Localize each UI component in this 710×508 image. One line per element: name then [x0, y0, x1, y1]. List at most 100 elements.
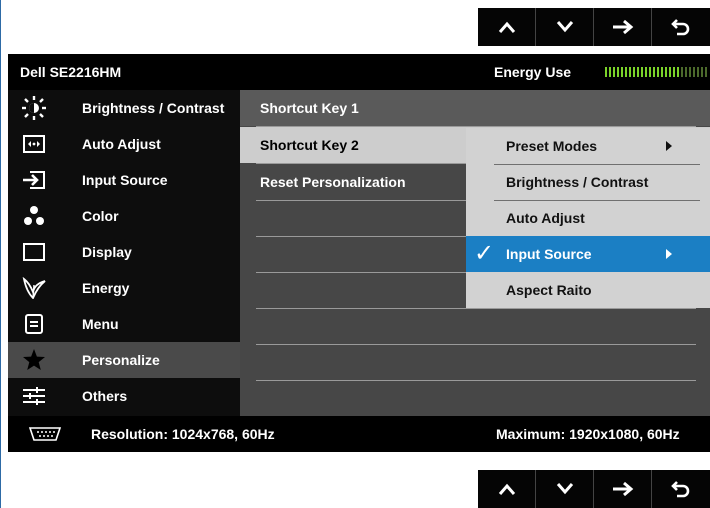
option-label: Brightness / Contrast — [506, 174, 649, 190]
menu-item-brightness-contrast[interactable]: Brightness / Contrast — [8, 90, 240, 126]
up-button[interactable] — [478, 8, 536, 46]
osd-footer: Resolution: 1024x768, 60Hz Maximum: 1920… — [8, 416, 710, 452]
return-icon — [671, 481, 690, 498]
energy-meter-tick — [645, 67, 647, 77]
energy-meter-tick — [649, 67, 651, 77]
option-label: Preset Modes — [506, 138, 598, 154]
option-brightness-contrast[interactable]: Brightness / Contrast — [466, 164, 710, 200]
energy-meter-tick — [657, 67, 659, 77]
energy-meter-tick — [693, 67, 695, 77]
menu-item-auto-adjust[interactable]: Auto Adjust — [8, 126, 240, 162]
row-divider — [256, 380, 696, 381]
left-edge-line — [0, 0, 1, 508]
menu-icon — [22, 313, 46, 335]
caret-up-icon — [498, 21, 515, 33]
menu-item-label: Personalize — [82, 352, 160, 368]
checkmark-icon: ✓ — [474, 240, 495, 267]
top-nav-buttons — [478, 8, 710, 46]
energy-meter-tick — [605, 67, 607, 77]
osd-header: Dell SE2216HM Energy Use — [8, 54, 710, 90]
caret-down-icon — [556, 483, 573, 495]
energy-icon — [22, 277, 46, 299]
energy-meter-tick — [609, 67, 611, 77]
energy-meter-tick — [653, 67, 655, 77]
bottom-nav-buttons — [478, 470, 710, 508]
row-divider — [256, 126, 696, 127]
select-button[interactable] — [594, 8, 652, 46]
select-button[interactable] — [594, 470, 652, 508]
menu-item-menu[interactable]: Menu — [8, 306, 240, 342]
energy-meter-tick — [661, 67, 663, 77]
menu-item-label: Color — [82, 208, 119, 224]
menu-item-input-source[interactable]: Input Source — [8, 162, 240, 198]
energy-use-label: Energy Use — [494, 64, 572, 80]
submenu-item-label: Reset Personalization — [260, 174, 406, 190]
current-resolution: Resolution: 1024x768, 60Hz — [91, 426, 275, 442]
arrow-right-icon — [612, 19, 633, 35]
option-input-source[interactable]: ✓ Input Source — [466, 236, 710, 272]
return-icon — [671, 19, 690, 36]
caret-up-icon — [498, 483, 515, 495]
back-button[interactable] — [652, 470, 710, 508]
sliders-icon — [22, 385, 46, 407]
option-label: Auto Adjust — [506, 210, 585, 226]
energy-meter — [605, 67, 707, 77]
display-icon — [22, 241, 46, 263]
star-icon — [22, 349, 46, 371]
back-button[interactable] — [652, 8, 710, 46]
shortcut-options-list: Preset Modes Brightness / Contrast Auto … — [466, 128, 710, 308]
energy-meter-tick — [633, 67, 635, 77]
vga-connector-icon — [28, 426, 62, 445]
up-button[interactable] — [478, 470, 536, 508]
energy-meter-tick — [613, 67, 615, 77]
energy-meter-tick — [617, 67, 619, 77]
option-auto-adjust[interactable]: Auto Adjust — [466, 200, 710, 236]
menu-item-others[interactable]: Others — [8, 378, 240, 414]
brightness-icon — [22, 96, 46, 120]
energy-meter-tick — [685, 67, 687, 77]
down-button[interactable] — [536, 470, 594, 508]
energy-meter-tick — [681, 67, 683, 77]
down-button[interactable] — [536, 8, 594, 46]
submenu-shortcut-key-1[interactable]: Shortcut Key 1 — [240, 90, 710, 126]
color-icon — [22, 205, 46, 227]
option-aspect-ratio[interactable]: Aspect Raito — [466, 272, 710, 308]
option-preset-modes[interactable]: Preset Modes — [466, 128, 710, 164]
energy-meter-tick — [677, 67, 679, 77]
option-label: Input Source — [506, 246, 592, 262]
submenu-item-label: Shortcut Key 1 — [260, 100, 359, 116]
energy-meter-tick — [673, 67, 675, 77]
menu-item-label: Brightness / Contrast — [82, 100, 225, 116]
energy-meter-tick — [669, 67, 671, 77]
submenu-item-label: Shortcut Key 2 — [260, 137, 359, 153]
osd-window: Dell SE2216HM Energy Use Brightness / Co… — [8, 54, 710, 452]
triangle-right-icon — [666, 249, 672, 259]
energy-meter-tick — [625, 67, 627, 77]
energy-meter-tick — [701, 67, 703, 77]
menu-item-display[interactable]: Display — [8, 234, 240, 270]
menu-item-energy[interactable]: Energy — [8, 270, 240, 306]
maximum-resolution: Maximum: 1920x1080, 60Hz — [496, 426, 680, 442]
energy-meter-tick — [689, 67, 691, 77]
energy-meter-tick — [697, 67, 699, 77]
input-source-icon — [22, 169, 46, 191]
row-divider — [256, 344, 696, 345]
menu-item-personalize[interactable]: Personalize — [8, 342, 240, 378]
menu-item-label: Energy — [82, 280, 130, 296]
model-name: Dell SE2216HM — [20, 64, 122, 80]
energy-meter-tick — [621, 67, 623, 77]
menu-item-label: Display — [82, 244, 132, 260]
energy-meter-tick — [705, 67, 707, 77]
menu-item-color[interactable]: Color — [8, 198, 240, 234]
row-divider — [256, 308, 696, 309]
energy-meter-tick — [665, 67, 667, 77]
menu-item-label: Input Source — [82, 172, 168, 188]
arrow-right-icon — [612, 481, 633, 497]
energy-meter-tick — [629, 67, 631, 77]
menu-item-label: Menu — [82, 316, 119, 332]
triangle-right-icon — [666, 141, 672, 151]
main-menu: Brightness / Contrast Auto Adjust Input … — [8, 90, 240, 416]
option-label: Aspect Raito — [506, 282, 592, 298]
auto-adjust-icon — [22, 133, 46, 155]
caret-down-icon — [556, 21, 573, 33]
